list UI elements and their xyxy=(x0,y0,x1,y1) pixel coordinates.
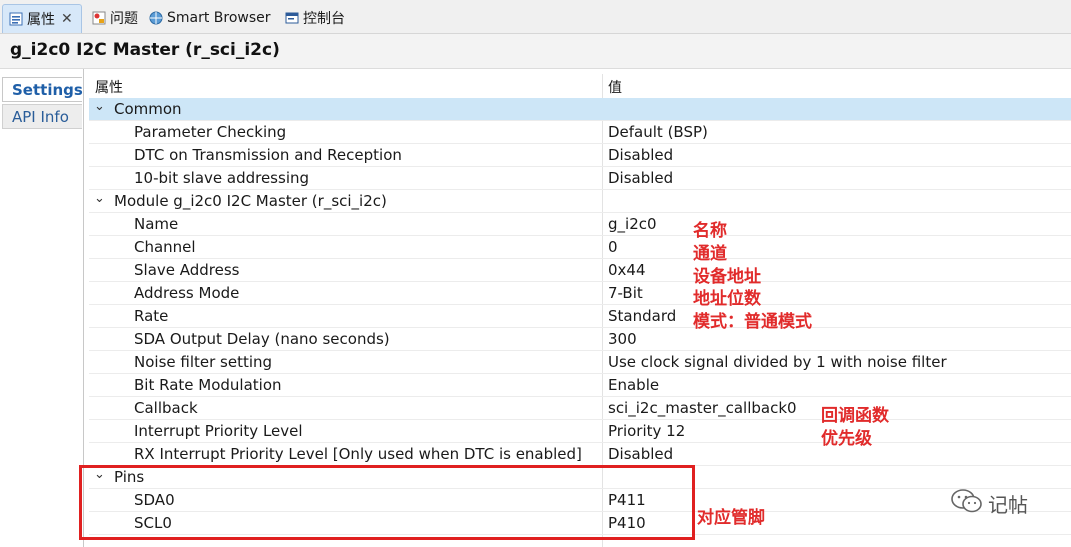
property-value[interactable]: Standard xyxy=(608,307,676,325)
table-row[interactable]: Noise filter setting Use clock signal div… xyxy=(89,351,1071,374)
property-value[interactable]: 7-Bit xyxy=(608,284,643,302)
column-header-value[interactable]: 值 xyxy=(608,77,622,97)
tab-problems[interactable]: 问题 xyxy=(86,4,138,32)
property-name: Bit Rate Modulation xyxy=(134,376,282,394)
properties-icon xyxy=(9,12,23,26)
side-tab-api-info[interactable]: API Info xyxy=(2,104,82,129)
property-value[interactable]: Disabled xyxy=(608,169,673,187)
property-value[interactable]: Priority 12 xyxy=(608,422,685,440)
property-name: Callback xyxy=(134,399,198,417)
property-value[interactable]: 0x44 xyxy=(608,261,646,279)
property-name: Address Mode xyxy=(134,284,240,302)
tab-label: Smart Browser xyxy=(167,10,271,26)
console-icon xyxy=(285,11,299,25)
property-name: Noise filter setting xyxy=(134,353,273,371)
table-row[interactable]: Parameter Checking Default (BSP) xyxy=(89,121,1071,144)
table-row[interactable]: Interrupt Priority Level Priority 12 xyxy=(89,420,1071,443)
wechat-icon xyxy=(950,488,984,519)
property-value[interactable]: 300 xyxy=(608,330,637,348)
tab-label: 控制台 xyxy=(303,11,345,27)
property-name: Name xyxy=(134,215,179,233)
property-value[interactable]: g_i2c0 xyxy=(608,215,657,233)
page-title: g_i2c0 I2C Master (r_sci_i2c) xyxy=(10,40,280,60)
group-label: Module g_i2c0 I2C Master (r_sci_i2c) xyxy=(114,192,387,210)
annotation-priority: 优先级 xyxy=(821,429,872,449)
annotation-name: 名称 xyxy=(693,221,727,241)
pins-highlight-box xyxy=(79,465,695,540)
column-header-property[interactable]: 属性 xyxy=(95,77,123,97)
property-name: RX Interrupt Priority Level [Only used w… xyxy=(134,445,582,463)
tab-properties[interactable]: 属性 ✕ xyxy=(2,4,82,33)
property-name: SDA Output Delay (nano seconds) xyxy=(134,330,390,348)
property-name: Parameter Checking xyxy=(134,123,287,141)
property-value[interactable]: 0 xyxy=(608,238,618,256)
table-row[interactable]: Rate Standard xyxy=(89,305,1071,328)
table-row[interactable]: SDA Output Delay (nano seconds) 300 xyxy=(89,328,1071,351)
property-name: Slave Address xyxy=(134,261,240,279)
tab-label: 属性 xyxy=(27,12,55,28)
close-icon[interactable]: ✕ xyxy=(61,11,73,27)
chevron-down-icon[interactable]: ⌄ xyxy=(94,99,105,114)
table-row[interactable]: Bit Rate Modulation Enable xyxy=(89,374,1071,397)
tab-smart-browser[interactable]: Smart Browser xyxy=(143,4,271,32)
property-name: Interrupt Priority Level xyxy=(134,422,303,440)
property-name: Rate xyxy=(134,307,169,325)
property-value[interactable]: Disabled xyxy=(608,445,673,463)
side-tab-panel: Settings API Info xyxy=(0,69,84,547)
table-row[interactable]: Callback sci_i2c_master_callback0 xyxy=(89,397,1071,420)
table-row[interactable]: Name g_i2c0 xyxy=(89,213,1071,236)
property-name: DTC on Transmission and Reception xyxy=(134,146,402,164)
property-value[interactable]: Default (BSP) xyxy=(608,123,708,141)
property-name: 10-bit slave addressing xyxy=(134,169,310,187)
property-value[interactable]: sci_i2c_master_callback0 xyxy=(608,399,797,417)
table-row[interactable]: DTC on Transmission and Reception Disable… xyxy=(89,144,1071,167)
property-value[interactable]: Enable xyxy=(608,376,659,394)
property-name: Channel xyxy=(134,238,196,256)
property-value[interactable]: Disabled xyxy=(608,146,673,164)
tab-console[interactable]: 控制台 xyxy=(279,4,345,32)
table-row[interactable]: Address Mode 7-Bit xyxy=(89,282,1071,305)
group-label: Common xyxy=(114,100,182,118)
view-tab-bar: 属性 ✕ 问题 Smart Browser 控制台 xyxy=(0,0,1071,34)
table-group-row[interactable]: ⌄ Common xyxy=(89,98,1071,121)
tab-label: 问题 xyxy=(110,11,138,27)
watermark-text: 记帖 xyxy=(988,493,1028,517)
annotation-pins: 对应管脚 xyxy=(697,508,765,528)
table-header: 属性 值 xyxy=(89,74,1071,99)
property-value[interactable]: Use clock signal divided by 1 with noise… xyxy=(608,353,947,371)
table-row[interactable]: Slave Address 0x44 xyxy=(89,259,1071,282)
table-row[interactable]: Channel 0 xyxy=(89,236,1071,259)
chevron-down-icon[interactable]: ⌄ xyxy=(94,191,105,206)
table-group-row[interactable]: ⌄ Module g_i2c0 I2C Master (r_sci_i2c) xyxy=(89,190,1071,213)
annotation-rate: 模式：普通模式 xyxy=(693,312,812,332)
annotation-callback: 回调函数 xyxy=(821,406,889,426)
annotation-address-mode: 地址位数 xyxy=(693,289,761,309)
watermark: 记帖 xyxy=(950,488,1028,519)
table-row[interactable]: 10-bit slave addressing Disabled xyxy=(89,167,1071,190)
problems-icon xyxy=(92,11,106,25)
annotation-channel: 通道 xyxy=(693,244,727,264)
smart-browser-icon xyxy=(149,11,163,25)
side-tab-settings[interactable]: Settings xyxy=(2,77,83,102)
table-row[interactable]: RX Interrupt Priority Level [Only used w… xyxy=(89,443,1071,466)
properties-title-bar: g_i2c0 I2C Master (r_sci_i2c) xyxy=(0,34,1071,69)
